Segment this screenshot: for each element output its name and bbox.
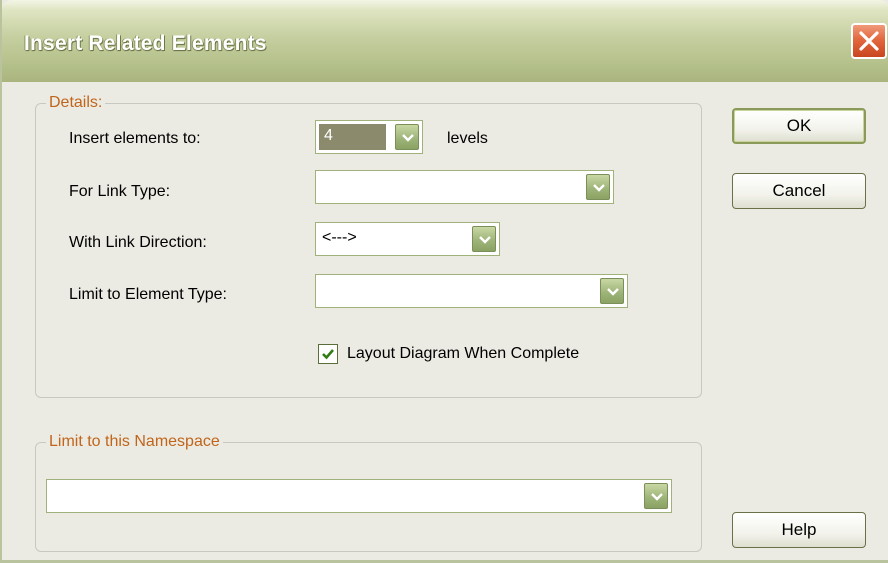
close-button[interactable] <box>851 23 887 59</box>
link-direction-dropdown-button[interactable] <box>472 226 496 252</box>
window-title: Insert Related Elements <box>24 32 267 55</box>
link-direction-select[interactable]: <---> <box>315 222 500 256</box>
levels-dropdown-button[interactable] <box>395 124 419 150</box>
dialog-window: Insert Related Elements Details: Insert … <box>0 0 888 563</box>
chevron-down-icon <box>402 134 414 142</box>
element-type-select[interactable] <box>315 274 628 308</box>
details-legend: Details: <box>46 94 106 112</box>
levels-suffix: levels <box>447 130 488 147</box>
levels-select[interactable]: 4 <box>315 120 423 154</box>
chevron-down-icon <box>479 236 491 244</box>
levels-value: 4 <box>324 127 333 144</box>
link-direction-label: With Link Direction: <box>69 234 207 251</box>
link-type-label: For Link Type: <box>69 183 171 200</box>
chevron-down-icon <box>651 493 663 501</box>
title-bar[interactable]: Insert Related Elements <box>2 0 888 82</box>
ok-button[interactable]: OK <box>732 108 866 144</box>
element-type-dropdown-button[interactable] <box>600 278 624 304</box>
namespace-legend: Limit to this Namespace <box>46 433 223 451</box>
layout-diagram-checkbox[interactable] <box>318 344 338 364</box>
namespace-dropdown-button[interactable] <box>644 483 668 509</box>
help-button[interactable]: Help <box>732 512 866 548</box>
levels-label: Insert elements to: <box>69 130 201 147</box>
layout-diagram-label[interactable]: Layout Diagram When Complete <box>347 345 579 363</box>
link-type-select[interactable] <box>315 170 614 204</box>
chevron-down-icon <box>593 184 605 192</box>
element-type-label: Limit to Element Type: <box>69 286 227 303</box>
close-icon <box>859 31 879 51</box>
namespace-select[interactable] <box>46 479 672 513</box>
chevron-down-icon <box>607 288 619 296</box>
link-type-dropdown-button[interactable] <box>586 174 610 200</box>
cancel-button[interactable]: Cancel <box>732 173 866 209</box>
checkmark-icon <box>322 349 334 360</box>
link-direction-value: <---> <box>322 229 357 246</box>
